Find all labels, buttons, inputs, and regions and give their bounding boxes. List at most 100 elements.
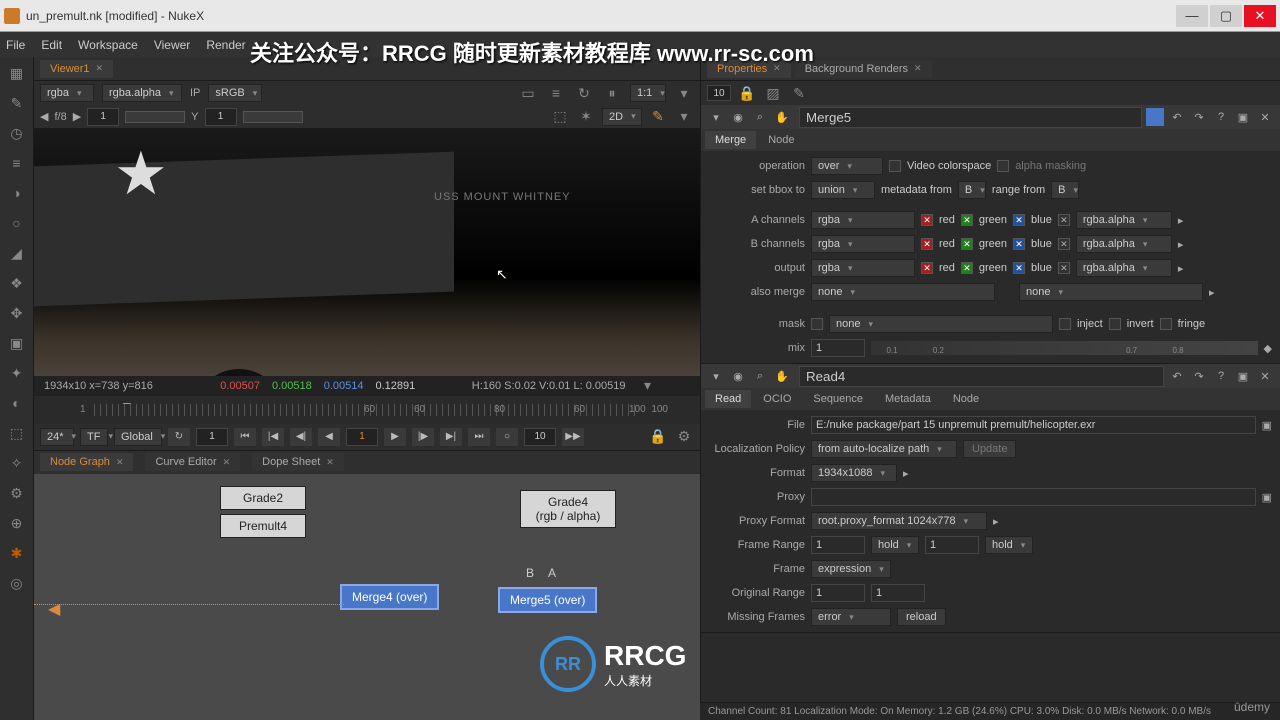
tab-node[interactable]: Node xyxy=(943,390,989,408)
frame-mode-dropdown[interactable]: expression xyxy=(811,560,891,578)
menu-viewer[interactable]: Viewer xyxy=(154,38,190,52)
mask-dropdown[interactable]: none xyxy=(829,315,1053,333)
gamma-slider[interactable] xyxy=(243,111,303,123)
tool-draw-icon[interactable]: ✎ xyxy=(7,93,27,113)
chevron-down-icon[interactable]: ▾ xyxy=(674,107,694,127)
tool-all-icon[interactable]: ◎ xyxy=(7,573,27,593)
tab-ocio[interactable]: OCIO xyxy=(753,390,801,408)
roi-icon[interactable]: ⬚ xyxy=(550,107,570,127)
pause-icon[interactable]: ⏸ xyxy=(602,83,622,103)
node-merge5[interactable]: Merge5 (over) xyxy=(498,587,597,613)
fps-dropdown[interactable]: 24* xyxy=(40,428,74,446)
alpha-checkbox[interactable]: ✕ xyxy=(1058,262,1070,274)
orig-start-input[interactable] xyxy=(811,584,865,602)
fringe-checkbox[interactable] xyxy=(1160,318,1172,330)
redo-icon[interactable]: ↷ xyxy=(1190,108,1208,126)
red-checkbox[interactable]: ✕ xyxy=(921,262,933,274)
video-colorspace-checkbox[interactable] xyxy=(889,160,901,172)
in-frame-input[interactable] xyxy=(196,428,228,446)
tab-node[interactable]: Node xyxy=(758,131,804,149)
out-alpha-dropdown[interactable]: rgba.alpha xyxy=(1076,259,1172,277)
step-back-icon[interactable]: ◀| xyxy=(290,428,312,446)
update-button[interactable]: Update xyxy=(963,440,1016,458)
alpha-masking-checkbox[interactable] xyxy=(997,160,1009,172)
blue-checkbox[interactable]: ✕ xyxy=(1013,214,1025,226)
range-end-input[interactable] xyxy=(925,536,979,554)
invert-checkbox[interactable] xyxy=(1109,318,1121,330)
global-dropdown[interactable]: Global xyxy=(114,428,162,446)
close-icon[interactable]: ✕ xyxy=(914,63,922,74)
close-icon[interactable]: ✕ xyxy=(116,457,124,468)
tab-properties[interactable]: Properties ✕ xyxy=(707,60,791,78)
format-dropdown[interactable]: 1934x1088 xyxy=(811,464,897,482)
node-merge4[interactable]: Merge4 (over) xyxy=(340,584,439,610)
close-button[interactable]: ✕ xyxy=(1244,5,1276,27)
node-grade2[interactable]: Grade2 xyxy=(220,486,306,510)
minimize-button[interactable]: — xyxy=(1176,5,1208,27)
chevron-down-icon[interactable]: ▾ xyxy=(637,376,657,396)
tool-3d-icon[interactable]: ▣ xyxy=(7,333,27,353)
close-icon[interactable]: ✕ xyxy=(326,457,334,468)
tool-transform-icon[interactable]: ✥ xyxy=(7,303,27,323)
tool-color-icon[interactable]: ◑ xyxy=(7,183,27,203)
current-frame-input[interactable] xyxy=(346,428,378,446)
chevron-down-icon[interactable]: ▾ xyxy=(707,108,725,126)
layers-icon[interactable]: ≡ xyxy=(546,83,566,103)
play-back-icon[interactable]: ◀ xyxy=(318,428,340,446)
tf-dropdown[interactable]: TF xyxy=(80,428,108,446)
tool-merge-icon[interactable]: ❖ xyxy=(7,273,27,293)
expand-icon[interactable]: ▸ xyxy=(1178,214,1184,227)
frame-x-input[interactable] xyxy=(87,108,119,126)
a-channels-dropdown[interactable]: rgba xyxy=(811,211,915,229)
clear-icon[interactable]: ▨ xyxy=(763,83,783,103)
range-dropdown[interactable]: B xyxy=(1051,181,1079,199)
proxy-format-dropdown[interactable]: root.proxy_format 1024x778 xyxy=(811,512,987,530)
close-icon[interactable]: ✕ xyxy=(223,457,231,468)
output-dropdown[interactable]: rgba xyxy=(811,259,915,277)
channel-dropdown[interactable]: rgba.alpha xyxy=(102,84,182,102)
max-panels-input[interactable] xyxy=(707,85,731,101)
tab-read[interactable]: Read xyxy=(705,390,751,408)
green-checkbox[interactable]: ✕ xyxy=(961,262,973,274)
node-name-input[interactable] xyxy=(799,107,1142,128)
chevron-down-icon[interactable]: ▾ xyxy=(707,367,725,385)
help-icon[interactable]: ? xyxy=(1212,367,1230,385)
loop-icon[interactable]: ↻ xyxy=(168,428,190,446)
prev-key-icon[interactable]: |◀ xyxy=(262,428,284,446)
red-checkbox[interactable]: ✕ xyxy=(921,214,933,226)
step-input[interactable] xyxy=(524,428,556,446)
green-checkbox[interactable]: ✕ xyxy=(961,238,973,250)
wipe-icon[interactable]: ▭ xyxy=(518,83,538,103)
menu-render[interactable]: Render xyxy=(206,38,245,52)
hand-icon[interactable]: ✋ xyxy=(773,108,791,126)
tool-toolsets-icon[interactable]: ⚙ xyxy=(7,483,27,503)
tool-keyer-icon[interactable]: ◢ xyxy=(7,243,27,263)
help-icon[interactable]: ? xyxy=(1212,108,1230,126)
colorspace-dropdown[interactable]: sRGB xyxy=(208,84,262,102)
mix-input[interactable] xyxy=(811,339,865,357)
refresh-icon[interactable]: ↻ xyxy=(574,83,594,103)
menu-file[interactable]: File xyxy=(6,38,25,52)
viewer-image[interactable]: ★ USS MOUNT WHITNEY ↖ xyxy=(34,129,700,376)
range-start-input[interactable] xyxy=(811,536,865,554)
undo-icon[interactable]: ↶ xyxy=(1168,108,1186,126)
blue-checkbox[interactable]: ✕ xyxy=(1013,238,1025,250)
tab-background-renders[interactable]: Background Renders ✕ xyxy=(795,60,932,78)
mask-enable-checkbox[interactable] xyxy=(811,318,823,330)
anim-icon[interactable]: ◆ xyxy=(1264,342,1272,355)
proxy-input[interactable] xyxy=(811,488,1256,506)
folder-icon[interactable]: ▣ xyxy=(1262,491,1272,504)
pencil-icon[interactable]: ✎ xyxy=(648,107,668,127)
expand-icon[interactable]: ▸ xyxy=(1209,286,1215,299)
node-name-input[interactable] xyxy=(799,366,1164,387)
lock-icon[interactable]: 🔒 xyxy=(737,83,757,103)
alpha-checkbox[interactable]: ✕ xyxy=(1058,214,1070,226)
tool-metadata-icon[interactable]: ✧ xyxy=(7,453,27,473)
proxy-icon[interactable]: ✶ xyxy=(576,107,596,127)
lock-icon[interactable]: 🔒 xyxy=(648,427,668,447)
tab-dope-sheet[interactable]: Dope Sheet ✕ xyxy=(252,453,344,471)
next-frame-icon[interactable]: ▶ xyxy=(73,110,81,123)
play-icon[interactable]: ▶ xyxy=(384,428,406,446)
channel-set-dropdown[interactable]: rgba xyxy=(40,84,94,102)
step-fwd-icon[interactable]: |▶ xyxy=(412,428,434,446)
